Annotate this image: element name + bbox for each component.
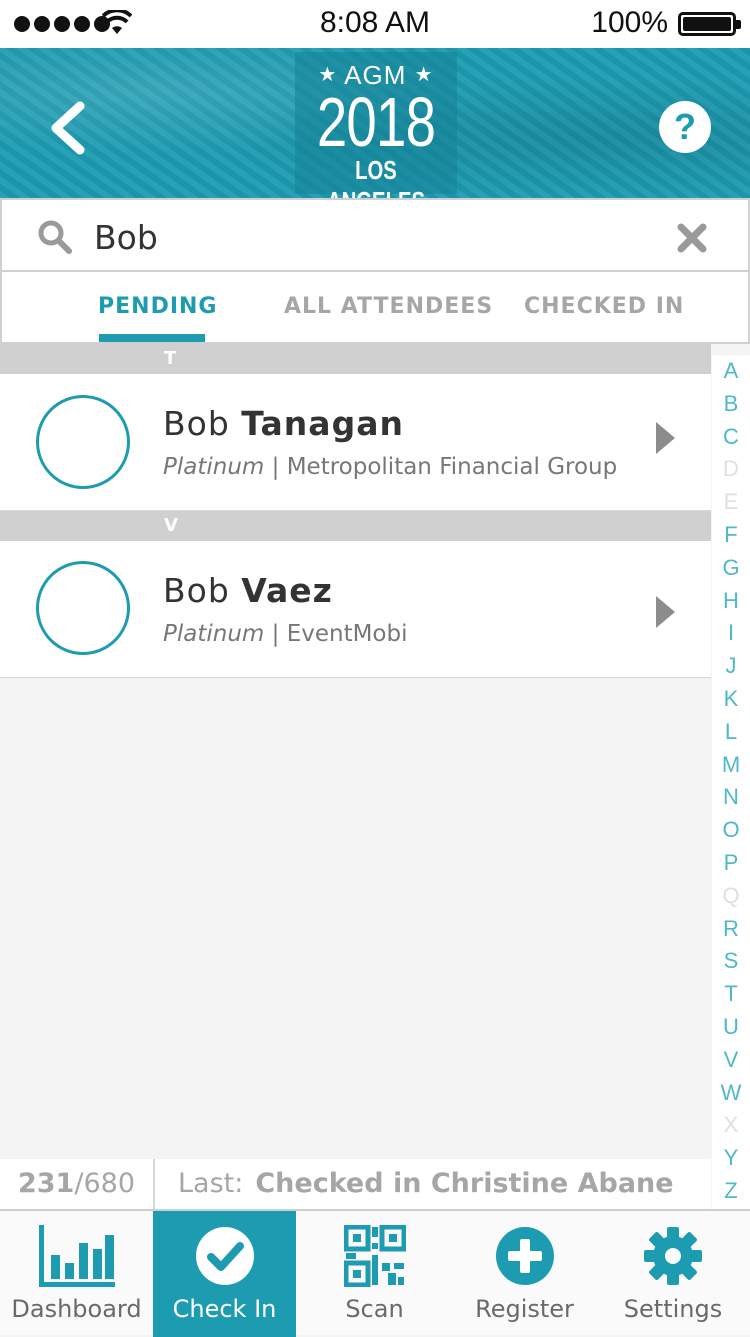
filter-tabs: PENDING ALL ATTENDEES CHECKED IN — [0, 272, 750, 344]
last-checkin: Last: Checked in Christine Abane — [178, 1168, 674, 1199]
back-arrow-icon[interactable] — [40, 98, 100, 158]
search-input[interactable] — [92, 212, 652, 262]
section-letter: T — [164, 348, 177, 369]
alphabet-index-letter[interactable]: A — [712, 355, 750, 388]
alphabet-index-letter[interactable]: N — [712, 781, 750, 814]
alphabet-index-letter[interactable]: Z — [712, 1175, 750, 1208]
tab-settings[interactable]: Settings — [596, 1211, 750, 1337]
alphabet-index-letter[interactable]: J — [712, 650, 750, 683]
battery-icon — [678, 12, 741, 36]
alphabet-index-letter[interactable]: L — [712, 716, 750, 749]
bottom-tab-bar: Dashboard Check In Scan Register Setting… — [0, 1209, 750, 1337]
search-bar — [0, 198, 750, 272]
search-icon — [38, 220, 72, 254]
checkin-status-bar: 231/680 Last: Checked in Christine Abane — [0, 1159, 711, 1209]
bar-chart-icon — [38, 1225, 115, 1287]
attendee-name: Bob Tanagan — [163, 404, 404, 443]
battery-percentage: 100% — [591, 6, 668, 39]
tab-register[interactable]: Register — [453, 1211, 596, 1337]
clear-search-icon[interactable] — [676, 222, 708, 254]
alphabet-index: ABCDEFGHIJKLMNOPQRSTUVWXYZ — [712, 355, 750, 1210]
qr-code-icon — [343, 1225, 406, 1287]
alphabet-index-letter[interactable]: O — [712, 814, 750, 847]
tab-pending[interactable]: PENDING — [98, 294, 217, 319]
tab-checked-in[interactable]: CHECKED IN — [524, 294, 684, 319]
alphabet-index-letter[interactable]: D — [712, 453, 750, 486]
attendee-row[interactable]: Bob Tanagan Platinum | Metropolitan Fina… — [0, 374, 711, 511]
alphabet-index-letter[interactable]: E — [712, 486, 750, 519]
attendee-row[interactable]: Bob Vaez Platinum | EventMobi — [0, 541, 711, 678]
plus-circle-icon — [495, 1227, 554, 1285]
logo-year: 2018 — [316, 83, 436, 161]
alphabet-index-letter[interactable]: H — [712, 585, 750, 618]
tab-scan[interactable]: Scan — [296, 1211, 453, 1337]
section-header-v: V — [0, 511, 711, 541]
avatar — [36, 561, 130, 655]
tab-check-in[interactable]: Check In — [153, 1211, 296, 1337]
attendee-meta: Platinum | Metropolitan Financial Group — [163, 454, 618, 480]
alphabet-index-letter[interactable]: R — [712, 913, 750, 946]
alphabet-index-letter[interactable]: X — [712, 1109, 750, 1142]
alphabet-index-letter[interactable]: Q — [712, 880, 750, 913]
section-letter: V — [164, 515, 178, 536]
chevron-right-icon — [656, 596, 675, 628]
alphabet-index-letter[interactable]: M — [712, 749, 750, 782]
chevron-right-icon — [656, 422, 675, 454]
app-header: ★ AGM ★ 2018 LOS ANGELES ? — [0, 48, 750, 216]
active-tab-indicator — [99, 334, 205, 342]
attendee-meta: Platinum | EventMobi — [163, 621, 408, 647]
alphabet-index-letter[interactable]: U — [712, 1011, 750, 1044]
tab-dashboard[interactable]: Dashboard — [0, 1211, 153, 1337]
help-button[interactable]: ? — [659, 101, 711, 153]
checkin-count: 231/680 — [0, 1159, 155, 1209]
alphabet-index-letter[interactable]: G — [712, 552, 750, 585]
alphabet-index-letter[interactable]: S — [712, 945, 750, 978]
alphabet-index-letter[interactable]: C — [712, 421, 750, 454]
status-bar: 8:08 AM 100% — [0, 0, 750, 48]
alphabet-index-letter[interactable]: Y — [712, 1142, 750, 1175]
avatar — [36, 395, 130, 489]
event-logo: ★ AGM ★ 2018 LOS ANGELES — [295, 52, 457, 216]
checkmark-icon — [195, 1227, 254, 1285]
attendee-name: Bob Vaez — [163, 571, 333, 610]
alphabet-index-letter[interactable]: I — [712, 617, 750, 650]
alphabet-index-letter[interactable]: T — [712, 978, 750, 1011]
alphabet-index-letter[interactable]: F — [712, 519, 750, 552]
alphabet-index-letter[interactable]: B — [712, 388, 750, 421]
tab-all-attendees[interactable]: ALL ATTENDEES — [284, 294, 493, 319]
alphabet-index-letter[interactable]: W — [712, 1077, 750, 1110]
alphabet-index-letter[interactable]: V — [712, 1044, 750, 1077]
section-header-t: T — [0, 344, 711, 374]
gear-icon — [644, 1227, 702, 1285]
alphabet-index-letter[interactable]: P — [712, 847, 750, 880]
alphabet-index-letter[interactable]: K — [712, 683, 750, 716]
